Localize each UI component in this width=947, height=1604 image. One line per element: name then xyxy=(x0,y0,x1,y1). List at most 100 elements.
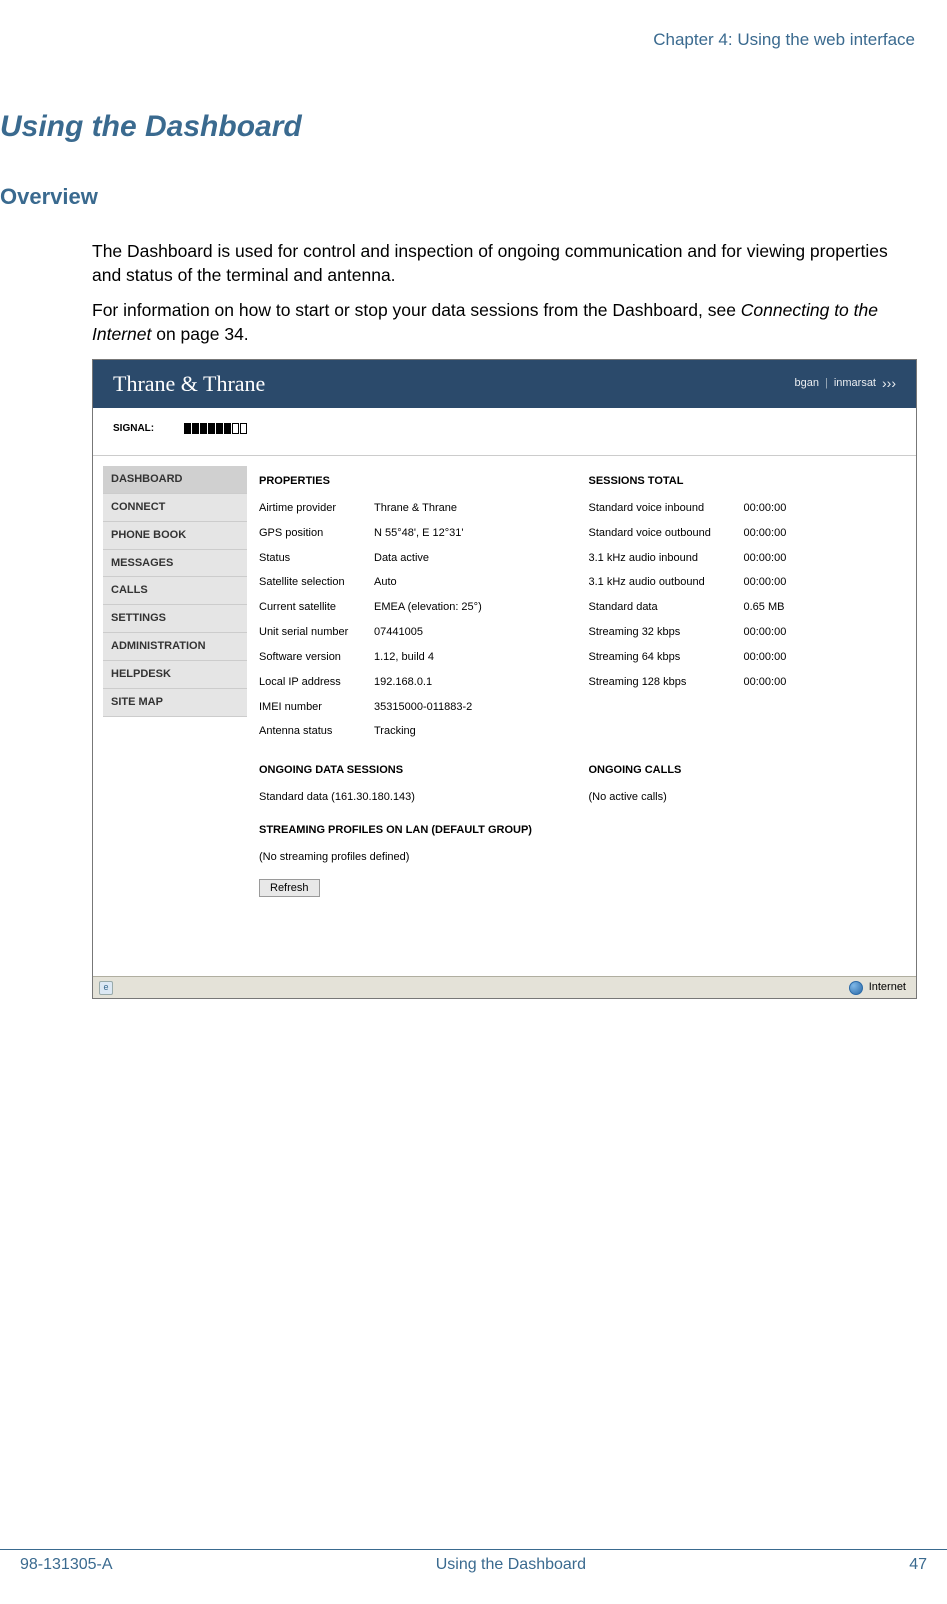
globe-icon xyxy=(849,981,863,995)
footer-title: Using the Dashboard xyxy=(436,1556,586,1574)
property-value: 35315000-011883-2 xyxy=(374,700,569,715)
streaming-profiles-none: (No streaming profiles defined) xyxy=(259,850,898,865)
session-row: Streaming 64 kbps00:00:00 xyxy=(589,650,899,665)
brand-divider: | xyxy=(825,376,828,391)
property-row: Satellite selectionAuto xyxy=(259,575,569,590)
brand-logo-text: Thrane & Thrane xyxy=(113,369,265,399)
session-row: Streaming 32 kbps00:00:00 xyxy=(589,625,899,640)
status-zone: Internet xyxy=(869,980,906,995)
property-value: Data active xyxy=(374,551,569,566)
brand-bgan: bgan xyxy=(794,376,818,391)
page-icon: e xyxy=(99,981,113,995)
sidebar-item-phone-book[interactable]: PHONE BOOK xyxy=(103,522,247,550)
property-row: Current satelliteEMEA (elevation: 25°) xyxy=(259,600,569,615)
session-value: 00:00:00 xyxy=(744,575,804,590)
property-value: Thrane & Thrane xyxy=(374,501,569,516)
property-label: Status xyxy=(259,551,374,566)
property-label: Antenna status xyxy=(259,724,374,739)
para2-b: on page 34. xyxy=(151,324,248,344)
session-row: Standard data0.65 MB xyxy=(589,600,899,615)
session-value: 00:00:00 xyxy=(744,675,804,690)
property-value: 07441005 xyxy=(374,625,569,640)
property-row: GPS positionN 55°48', E 12°31' xyxy=(259,526,569,541)
sidebar-item-messages[interactable]: MESSAGES xyxy=(103,550,247,578)
property-label: Unit serial number xyxy=(259,625,374,640)
signal-bars xyxy=(184,423,247,434)
sidebar-item-administration[interactable]: ADMINISTRATION xyxy=(103,633,247,661)
paragraph-2: For information on how to start or stop … xyxy=(92,299,917,346)
refresh-button[interactable]: Refresh xyxy=(259,879,320,897)
wave-icon: ››› xyxy=(882,374,896,393)
session-row: 3.1 kHz audio inbound00:00:00 xyxy=(589,551,899,566)
property-row: Unit serial number07441005 xyxy=(259,625,569,640)
property-row: Local IP address192.168.0.1 xyxy=(259,675,569,690)
property-value: Auto xyxy=(374,575,569,590)
session-value: 00:00:00 xyxy=(744,501,804,516)
browser-status-bar: e Internet xyxy=(93,976,916,998)
session-label: Standard voice inbound xyxy=(589,501,744,516)
signal-row: SIGNAL: xyxy=(93,408,916,457)
signal-bar xyxy=(184,423,191,434)
dashboard-screenshot: Thrane & Thrane bgan | inmarsat ››› SIGN… xyxy=(92,359,917,1000)
sidebar-item-calls[interactable]: CALLS xyxy=(103,577,247,605)
page-footer: 98-131305-A Using the Dashboard 47 xyxy=(0,1549,947,1574)
property-value: Tracking xyxy=(374,724,569,739)
section-heading: Overview xyxy=(0,184,917,210)
sidebar-item-settings[interactable]: SETTINGS xyxy=(103,605,247,633)
property-value: EMEA (elevation: 25°) xyxy=(374,600,569,615)
session-row: Standard voice inbound00:00:00 xyxy=(589,501,899,516)
property-value: N 55°48', E 12°31' xyxy=(374,526,569,541)
sidebar-item-site-map[interactable]: SITE MAP xyxy=(103,689,247,717)
property-label: Software version xyxy=(259,650,374,665)
brand-inmarsat: inmarsat xyxy=(834,376,876,391)
session-value: 00:00:00 xyxy=(744,625,804,640)
session-label: Streaming 32 kbps xyxy=(589,625,744,640)
session-label: Standard voice outbound xyxy=(589,526,744,541)
brand-bar: Thrane & Thrane bgan | inmarsat ››› xyxy=(93,360,916,408)
ongoing-calls-heading: ONGOING CALLS xyxy=(589,763,899,778)
chapter-header: Chapter 4: Using the web interface xyxy=(0,30,917,50)
sidebar-item-dashboard[interactable]: DASHBOARD xyxy=(103,466,247,494)
signal-bar xyxy=(192,423,199,434)
sessions-list: Standard voice inbound00:00:00Standard v… xyxy=(589,501,899,690)
property-row: IMEI number35315000-011883-2 xyxy=(259,700,569,715)
signal-bar xyxy=(224,423,231,434)
signal-bar xyxy=(240,423,247,434)
para2-a: For information on how to start or stop … xyxy=(92,300,741,320)
ongoing-calls-value: (No active calls) xyxy=(589,790,899,805)
brand-right: bgan | inmarsat ››› xyxy=(794,374,896,393)
session-label: 3.1 kHz audio inbound xyxy=(589,551,744,566)
sidebar-nav: DASHBOARDCONNECTPHONE BOOKMESSAGESCALLSS… xyxy=(93,456,253,976)
streaming-profiles-heading: STREAMING PROFILES ON LAN (DEFAULT GROUP… xyxy=(259,823,898,838)
session-value: 00:00:00 xyxy=(744,650,804,665)
session-value: 0.65 MB xyxy=(744,600,804,615)
session-value: 00:00:00 xyxy=(744,526,804,541)
session-label: Standard data xyxy=(589,600,744,615)
property-row: StatusData active xyxy=(259,551,569,566)
property-row: Airtime providerThrane & Thrane xyxy=(259,501,569,516)
session-label: Streaming 64 kbps xyxy=(589,650,744,665)
main-content: PROPERTIES Airtime providerThrane & Thra… xyxy=(253,456,916,976)
session-label: Streaming 128 kbps xyxy=(589,675,744,690)
property-label: IMEI number xyxy=(259,700,374,715)
properties-heading: PROPERTIES xyxy=(259,474,569,489)
property-label: Airtime provider xyxy=(259,501,374,516)
footer-page-number: 47 xyxy=(909,1556,927,1574)
session-value: 00:00:00 xyxy=(744,551,804,566)
session-label: 3.1 kHz audio outbound xyxy=(589,575,744,590)
sidebar-item-helpdesk[interactable]: HELPDESK xyxy=(103,661,247,689)
ongoing-data-value: Standard data (161.30.180.143) xyxy=(259,790,569,805)
sessions-heading: SESSIONS TOTAL xyxy=(589,474,899,489)
footer-doc-id: 98-131305-A xyxy=(20,1556,113,1574)
properties-list: Airtime providerThrane & ThraneGPS posit… xyxy=(259,501,569,739)
signal-bar xyxy=(208,423,215,434)
ongoing-data-heading: ONGOING DATA SESSIONS xyxy=(259,763,569,778)
sidebar-item-connect[interactable]: CONNECT xyxy=(103,494,247,522)
signal-bar xyxy=(216,423,223,434)
property-label: GPS position xyxy=(259,526,374,541)
property-value: 192.168.0.1 xyxy=(374,675,569,690)
page-title: Using the Dashboard xyxy=(0,110,917,144)
session-row: Standard voice outbound00:00:00 xyxy=(589,526,899,541)
property-row: Software version1.12, build 4 xyxy=(259,650,569,665)
signal-label: SIGNAL: xyxy=(113,422,154,436)
